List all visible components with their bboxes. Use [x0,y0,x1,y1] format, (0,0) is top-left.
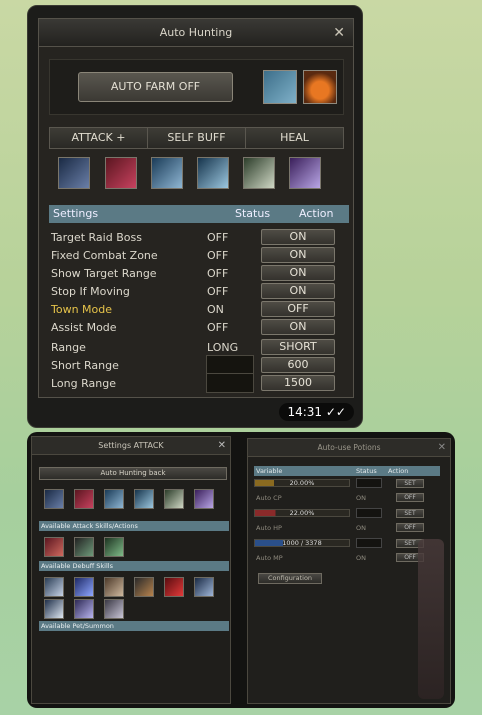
message-time: 14:31 ✓✓ [279,403,354,421]
value-box[interactable] [356,478,382,488]
auto-farm-button[interactable]: AUTO FARM OFF [78,72,233,102]
skill-icon[interactable] [104,489,124,509]
setting-row: Target Raid Boss OFF ON [49,229,349,247]
value-button[interactable]: 1500 [261,375,335,391]
settings-attack-window: Settings ATTACK ✕ Auto Hunting back Avai… [31,436,231,704]
setting-row: Show Target Range OFF ON [49,265,349,283]
potions-header: Variable Status Action [254,466,440,476]
tab-bar: ATTACK + SELF BUFF HEAL [49,127,344,149]
cp-bar: 20.00% [254,479,350,487]
window-title: Settings ATTACK ✕ [32,437,230,455]
window-title: Auto-use Potions ✕ [248,439,450,457]
skill-icon[interactable] [194,489,214,509]
skill-icon[interactable] [134,489,154,509]
chat-message-screenshot-1: Auto Hunting ✕ AUTO FARM OFF ATTACK + SE… [27,5,363,428]
setting-row: Short Range 600 [49,355,349,375]
skill-icon[interactable] [44,489,64,509]
value-box[interactable] [356,508,382,518]
skill-icon[interactable] [243,157,275,189]
toggle-button[interactable]: ON [261,229,335,245]
skill-icon[interactable] [44,537,64,557]
auto-hunting-back-button[interactable]: Auto Hunting back [39,467,227,480]
setting-row: Stop If Moving OFF ON [49,283,349,301]
skill-icon[interactable] [74,599,94,619]
value-box[interactable] [356,538,382,548]
configuration-button[interactable]: Configuration [258,573,322,584]
toggle-button[interactable]: ON [261,319,335,335]
auto-hunting-window: Auto Hunting ✕ AUTO FARM OFF ATTACK + SE… [38,18,354,398]
skill-icon[interactable] [44,577,64,597]
toggle-button[interactable]: ON [261,283,335,299]
setting-row: Range LONG SHORT [49,339,349,357]
skill-icon[interactable] [197,157,229,189]
character-silhouette [418,539,444,699]
toggle-button[interactable]: SHORT [261,339,335,355]
mp-bar: 1000 / 3378 [254,539,350,547]
toggle-button[interactable]: OFF [396,493,424,502]
tab-heal[interactable]: HEAL [246,128,343,148]
skill-icon[interactable] [74,537,94,557]
close-icon[interactable]: ✕ [218,437,226,455]
close-icon[interactable]: ✕ [333,19,345,47]
value-box[interactable] [206,355,254,375]
set-button[interactable]: SET [396,479,424,488]
setting-row-town-mode: Town Mode ON OFF [49,301,349,319]
section-debuff-skills: Available Debuff Skills [39,561,229,571]
skill-icon[interactable] [58,157,90,189]
skill-icon[interactable] [74,577,94,597]
skill-icon[interactable] [105,157,137,189]
toggle-button[interactable]: ON [261,247,335,263]
skill-icon[interactable] [164,577,184,597]
close-icon[interactable]: ✕ [438,439,446,457]
setting-row: Fixed Combat Zone OFF ON [49,247,349,265]
skill-icon[interactable] [134,577,154,597]
skill-icon[interactable] [104,537,124,557]
skill-icon[interactable] [164,489,184,509]
farm-area: AUTO FARM OFF [49,59,344,115]
potion-icon[interactable] [303,70,337,104]
value-box[interactable] [206,373,254,393]
tab-self-buff[interactable]: SELF BUFF [148,128,246,148]
toggle-button[interactable]: OFF [396,523,424,532]
skill-icon[interactable] [104,599,124,619]
section-pet-summon: Available Pet/Summon [39,621,229,631]
skill-bar [58,157,338,193]
setting-row: Long Range 1500 [49,373,349,393]
value-button[interactable]: 600 [261,357,335,373]
hp-bar: 22.00% [254,509,350,517]
skill-icon[interactable] [151,157,183,189]
skill-icon[interactable] [74,489,94,509]
hammer-icon[interactable] [263,70,297,104]
settings-header: Settings Status Action [49,205,349,223]
toggle-button[interactable]: OFF [261,301,335,317]
set-button[interactable]: SET [396,509,424,518]
auto-use-potions-window: Auto-use Potions ✕ Variable Status Actio… [247,438,451,704]
skill-icon[interactable] [194,577,214,597]
skill-icon[interactable] [44,599,64,619]
chat-message-screenshot-2: Settings ATTACK ✕ Auto Hunting back Avai… [27,432,455,708]
toggle-button[interactable]: ON [261,265,335,281]
skill-icon[interactable] [104,577,124,597]
setting-row: Assist Mode OFF ON [49,319,349,337]
section-attack-skills: Available Attack Skills/Actions [39,521,229,531]
tab-attack[interactable]: ATTACK + [50,128,148,148]
skill-icon[interactable] [289,157,321,189]
window-title: Auto Hunting ✕ [39,19,353,47]
